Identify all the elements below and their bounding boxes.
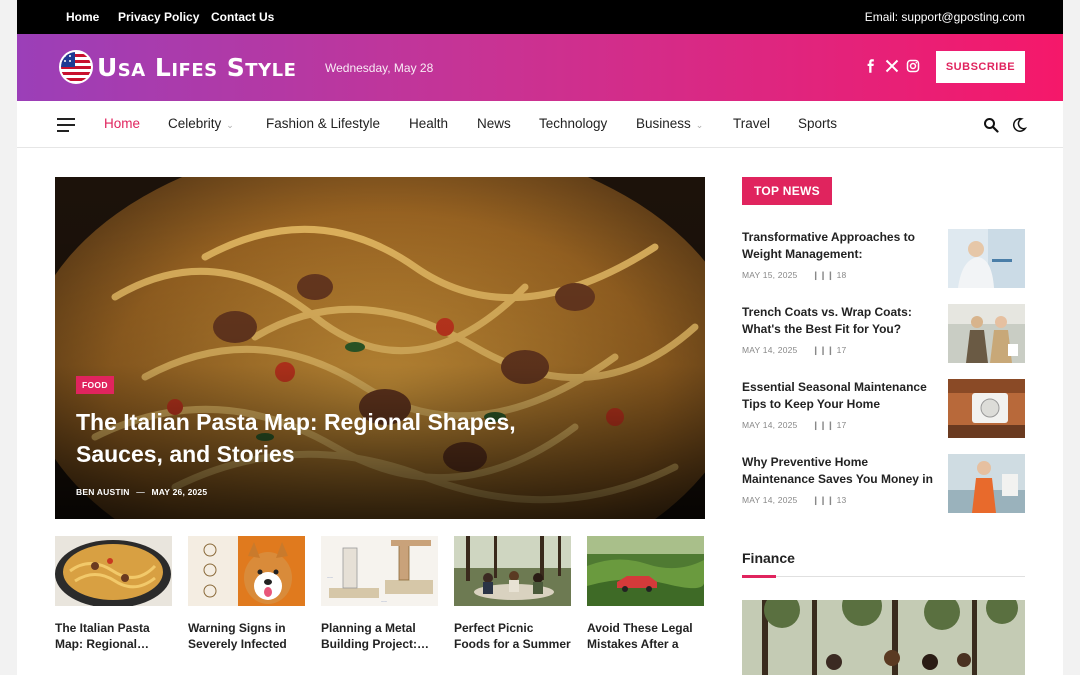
nav-item-label: Fashion & Lifestyle [266, 116, 381, 131]
top-link-privacy-policy[interactable]: Privacy Policy [118, 10, 199, 24]
category-badge[interactable]: FOOD [76, 376, 114, 394]
hero-title[interactable]: The Italian Pasta Map: Regional Shapes, … [76, 406, 546, 470]
nav-item-travel[interactable]: Travel [733, 116, 770, 131]
nav-item-label: Celebrity [168, 116, 222, 131]
top-news-thumbnail [948, 454, 1025, 513]
top-news-date: MAY 14, 2025 [742, 420, 798, 430]
nav-item-label: Home [104, 116, 141, 131]
article-card[interactable]: —— —— Planning a Metal Building Project:… [321, 536, 438, 654]
article-card[interactable]: Warning Signs in Severely Infected D… [188, 536, 305, 654]
header-date: Wednesday, May 28 [325, 61, 434, 75]
section-divider [742, 575, 1025, 578]
nav-item-label: Technology [539, 116, 608, 131]
divider-accent [742, 575, 776, 578]
top-news-item[interactable]: Transformative Approaches to Weight Mana… [742, 229, 1025, 289]
top-news-item[interactable]: Essential Seasonal Maintenance Tips to K… [742, 379, 1025, 439]
card-thumbnail [55, 536, 172, 606]
page: Home Privacy Policy Contact Us Email: su… [17, 0, 1063, 675]
chevron-down-icon: ⌄ [226, 120, 234, 130]
meta-separator: — [136, 487, 145, 497]
finance-article-image[interactable] [742, 600, 1025, 675]
article-card[interactable]: Perfect Picnic Foods for a Summer Day in… [454, 536, 571, 654]
contact-email: Email: support@gposting.com [864, 10, 1025, 24]
nav-item-label: Health [409, 116, 449, 131]
hero-meta: BEN AUSTIN — MAY 26, 2025 [76, 487, 207, 497]
top-news-meta: MAY 15, 2025 ❙❙❙ 18 [742, 270, 846, 281]
card-title[interactable]: Planning a Metal Building Project:… [321, 620, 438, 654]
views-icon: ❙❙❙ [812, 495, 835, 505]
hero-article[interactable]: FOOD The Italian Pasta Map: Regional Sha… [55, 177, 705, 519]
top-news-heading: TOP NEWS [742, 177, 832, 205]
nav-item-health[interactable]: Health [409, 116, 448, 131]
card-title[interactable]: The Italian Pasta Map: Regional… [55, 620, 172, 654]
top-news-date: MAY 14, 2025 [742, 345, 798, 355]
nav-item-label: Travel [733, 116, 771, 131]
chevron-down-icon: ⌄ [695, 120, 704, 130]
finance-heading[interactable]: Finance [742, 550, 795, 566]
article-card[interactable]: The Italian Pasta Map: Regional… [55, 536, 172, 654]
views-icon: ❙❙❙ [812, 420, 835, 430]
top-news-title[interactable]: Why Preventive Home Maintenance Saves Yo… [742, 454, 934, 488]
nav-item-fashion-lifestyle[interactable]: Fashion & Lifestyle [266, 116, 380, 131]
nav-item-sports[interactable]: Sports [798, 116, 837, 131]
nav-item-business[interactable]: Business ⌄ [636, 116, 703, 131]
card-title[interactable]: Warning Signs in Severely Infected D… [188, 620, 305, 654]
top-news-meta: MAY 14, 2025 ❙❙❙ 17 [742, 420, 846, 431]
nav-item-news[interactable]: News [477, 116, 511, 131]
site-header: Usa Lifes Style Wednesday, May 28 SUBSCR… [17, 34, 1063, 101]
hero-author[interactable]: BEN AUSTIN [76, 487, 130, 497]
views-icon: ❙❙❙ [812, 345, 835, 355]
facebook-icon[interactable] [864, 59, 878, 73]
svg-text:——: —— [381, 599, 387, 603]
nav-item-label: Sports [798, 116, 838, 131]
nav-item-home[interactable]: Home [104, 116, 140, 131]
search-icon[interactable] [983, 117, 999, 133]
nav-item-label: Business [636, 116, 691, 131]
top-news-date: MAY 14, 2025 [742, 495, 798, 505]
top-news-meta: MAY 14, 2025 ❙❙❙ 13 [742, 495, 846, 506]
article-card[interactable]: Avoid These Legal Mistakes After a Ca… [587, 536, 704, 654]
top-news-thumbnail [948, 229, 1025, 288]
top-news-views: 17 [836, 420, 847, 430]
card-thumbnail: —— —— [321, 536, 438, 606]
top-news-item[interactable]: Trench Coats vs. Wrap Coats: What's the … [742, 304, 1025, 364]
top-bar: Home Privacy Policy Contact Us Email: su… [17, 0, 1063, 34]
top-news-views: 17 [836, 345, 847, 355]
main-nav: Home Celebrity ⌄ Fashion & Lifestyle Heal… [17, 101, 1063, 148]
card-thumbnail [587, 536, 704, 606]
moon-icon[interactable] [1011, 117, 1027, 133]
top-news-title[interactable]: Essential Seasonal Maintenance Tips to K… [742, 379, 934, 413]
nav-item-celebrity[interactable]: Celebrity ⌄ [168, 116, 234, 131]
views-icon: ❙❙❙ [812, 270, 835, 280]
x-icon[interactable] [885, 59, 899, 73]
top-news-title[interactable]: Trench Coats vs. Wrap Coats: What's the … [742, 304, 934, 338]
subscribe-button[interactable]: SUBSCRIBE [936, 51, 1025, 83]
card-thumbnail [188, 536, 305, 606]
top-link-contact-us[interactable]: Contact Us [211, 10, 274, 24]
top-news-item[interactable]: Why Preventive Home Maintenance Saves Yo… [742, 454, 1025, 514]
top-link-home[interactable]: Home [66, 10, 99, 24]
top-news-thumbnail [948, 304, 1025, 363]
card-title[interactable]: Perfect Picnic Foods for a Summer Day in… [454, 620, 571, 654]
top-news-thumbnail [948, 379, 1025, 438]
top-news-views: 13 [836, 495, 847, 505]
top-news-title[interactable]: Transformative Approaches to Weight Mana… [742, 229, 934, 263]
nav-item-label: News [477, 116, 511, 131]
card-title[interactable]: Avoid These Legal Mistakes After a Ca… [587, 620, 704, 654]
svg-text:——: —— [327, 575, 333, 579]
site-logo[interactable]: Usa Lifes Style [97, 53, 296, 82]
menu-icon[interactable] [57, 118, 75, 132]
top-news-views: 18 [836, 270, 847, 280]
instagram-icon[interactable] [906, 59, 920, 73]
logo-flag-icon[interactable] [59, 50, 93, 84]
card-thumbnail [454, 536, 571, 606]
hero-date: MAY 26, 2025 [151, 487, 208, 497]
top-news-meta: MAY 14, 2025 ❙❙❙ 17 [742, 345, 846, 356]
nav-item-technology[interactable]: Technology [539, 116, 607, 131]
top-news-date: MAY 15, 2025 [742, 270, 798, 280]
